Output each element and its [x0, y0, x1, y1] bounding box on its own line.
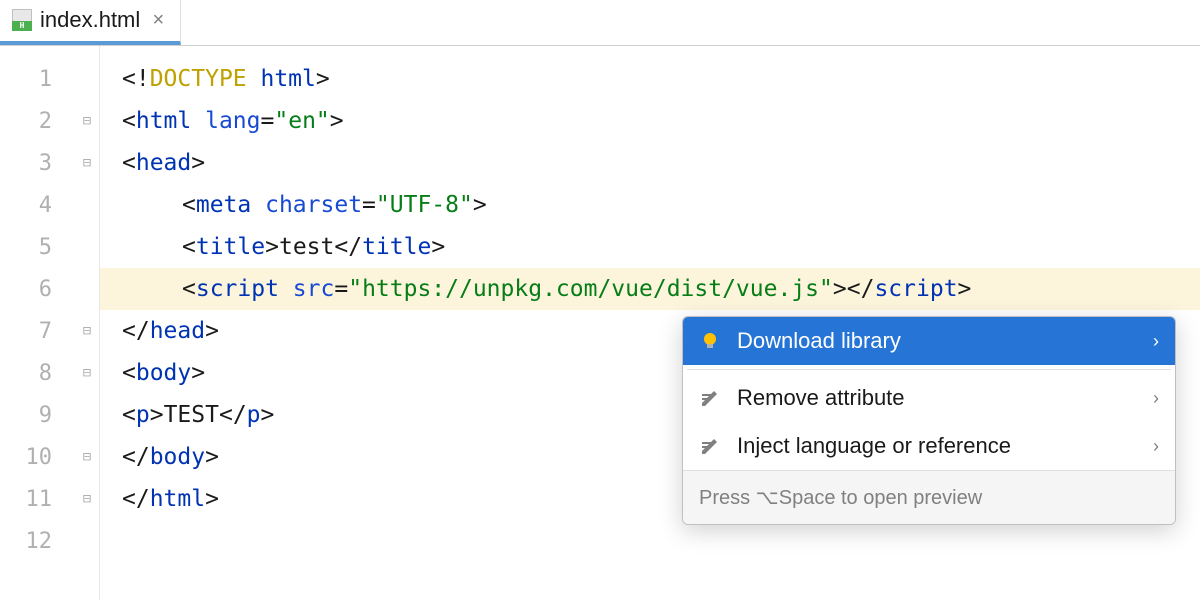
- fold-marker[interactable]: ⊟: [79, 449, 95, 465]
- tab-filename: index.html: [40, 7, 140, 33]
- fold-marker[interactable]: ⊟: [79, 491, 95, 507]
- close-icon[interactable]: ×: [148, 9, 168, 32]
- intention-popup: Download library › Remove attribute › In…: [682, 316, 1176, 525]
- popup-item-label: Inject language or reference: [737, 433, 1137, 459]
- chevron-right-icon: ›: [1153, 388, 1159, 409]
- edit-icon: [699, 435, 721, 457]
- bulb-icon: [699, 330, 721, 352]
- line-number: 1: [0, 67, 52, 92]
- gutter: 1 2 ⊟ 3 ⊟ 4 5 6 7 ⊟ 8 ⊟ 9 10 ⊟ 11 ⊟ 12: [0, 46, 100, 600]
- editor-body: 1 2 ⊟ 3 ⊟ 4 5 6 7 ⊟ 8 ⊟ 9 10 ⊟ 11 ⊟ 12 <!DOCTY…: [0, 46, 1200, 600]
- popup-item-label: Download library: [737, 328, 1137, 354]
- code-line: <head>: [100, 142, 1200, 184]
- line-number: 6: [0, 277, 52, 302]
- line-number: 8: [0, 361, 52, 386]
- line-number: 5: [0, 235, 52, 260]
- line-number: 3: [0, 151, 52, 176]
- line-number: 10: [0, 445, 52, 470]
- popup-item-remove-attribute[interactable]: Remove attribute ›: [683, 374, 1175, 422]
- code-line: <title>test</title>: [100, 226, 1200, 268]
- fold-marker[interactable]: ⊟: [79, 155, 95, 171]
- edit-icon: [699, 387, 721, 409]
- line-number: 7: [0, 319, 52, 344]
- fold-marker[interactable]: ⊟: [79, 323, 95, 339]
- code-line: <!DOCTYPE html>: [100, 58, 1200, 100]
- code-line: <meta charset="UTF-8">: [100, 184, 1200, 226]
- line-number: 4: [0, 193, 52, 218]
- line-number: 9: [0, 403, 52, 428]
- line-number: 11: [0, 487, 52, 512]
- popup-item-download-library[interactable]: Download library ›: [683, 317, 1175, 365]
- popup-item-inject-language[interactable]: Inject language or reference ›: [683, 422, 1175, 470]
- code-line-highlighted: <script src="https://unpkg.com/vue/dist/…: [100, 268, 1200, 310]
- popup-item-label: Remove attribute: [737, 385, 1137, 411]
- fold-marker[interactable]: ⊟: [79, 113, 95, 129]
- chevron-right-icon: ›: [1153, 436, 1159, 457]
- fold-marker[interactable]: ⊟: [79, 365, 95, 381]
- code-line: <html lang="en">: [100, 100, 1200, 142]
- file-tab[interactable]: index.html ×: [0, 0, 181, 45]
- popup-separator: [687, 369, 1171, 370]
- html-file-icon: [12, 9, 32, 31]
- chevron-right-icon: ›: [1153, 331, 1159, 352]
- line-number: 12: [0, 529, 52, 554]
- popup-footer: Press ⌥Space to open preview: [683, 470, 1175, 524]
- tab-bar: index.html ×: [0, 0, 1200, 46]
- line-number: 2: [0, 109, 52, 134]
